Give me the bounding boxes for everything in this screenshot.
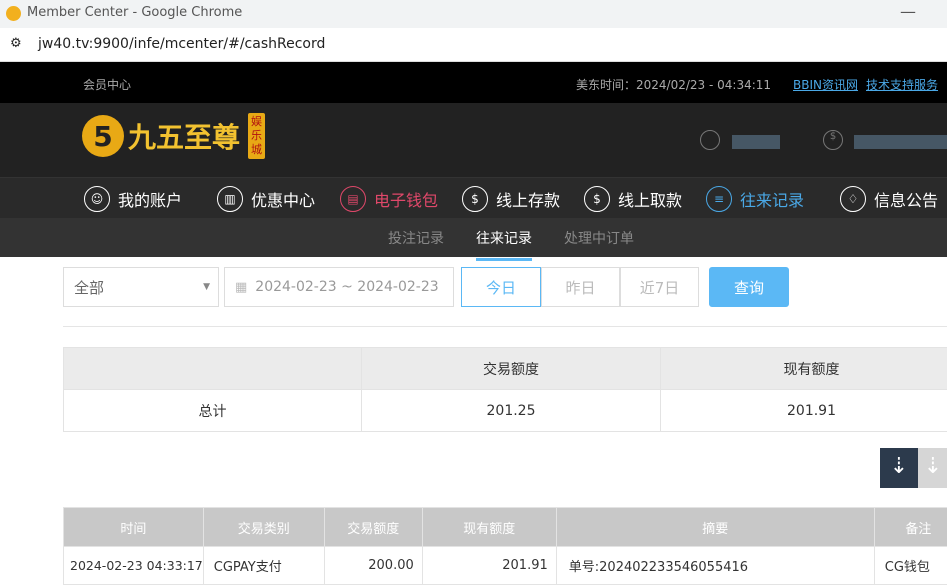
nav-my-account[interactable]: ☺ 我的账户 — [84, 184, 182, 214]
nav-label: 电子钱包 — [374, 187, 438, 211]
table-row: 2024-02-23 04:33:17 CGPAY支付 200.00 201.9… — [64, 547, 947, 585]
cell-type: CGPAY支付 — [203, 547, 324, 585]
logo[interactable]: 5 九五至尊 娱乐城 — [82, 113, 265, 159]
column-header: 现有额度 — [422, 508, 556, 547]
date-range-value: 2024-02-23 ~ 2024-02-23 — [255, 279, 438, 295]
url-text[interactable]: jw40.tv:9900/infe/mcenter/#/cashRecord — [38, 36, 325, 52]
nav-label: 信息公告 — [874, 187, 938, 211]
tab-pending-orders[interactable]: 处理中订单 — [564, 228, 634, 248]
username-masked — [732, 135, 780, 149]
chevron-down-icon: ▼ — [203, 282, 210, 292]
title-bar: Member Center - Google Chrome — — [0, 0, 947, 28]
nav-announcements[interactable]: ♢ 信息公告 — [840, 184, 938, 214]
nav-records[interactable]: ≡ 往来记录 — [706, 184, 804, 214]
cell-time: 2024-02-23 04:33:17 — [64, 547, 204, 585]
user-icon: ☺ — [84, 186, 110, 212]
records-table: 时间 交易类别 交易额度 现有额度 摘要 备注 2024-02-23 04:33… — [63, 507, 947, 585]
logo-text: 九五至尊 — [128, 116, 240, 156]
member-center-label: 会员中心 — [83, 76, 131, 93]
bbin-link[interactable]: BBIN资讯网 — [793, 76, 858, 93]
header: 5 九五至尊 娱乐城 $ — [0, 103, 947, 177]
site-settings-icon[interactable]: ⚙ — [10, 36, 22, 51]
cell-summary: 单号:202402233546055416 — [556, 547, 874, 585]
balance-masked — [854, 135, 947, 149]
withdraw-icon: $ — [584, 186, 610, 212]
column-header: 交易类别 — [203, 508, 324, 547]
nav-label: 线上取款 — [618, 187, 682, 211]
wallet-icon: ▤ — [340, 186, 366, 212]
main-nav: ☺ 我的账户 ▥ 优惠中心 ▤ 电子钱包 $ 线上存款 $ 线上取款 ≡ 往来记录 ♢ 信息公… — [0, 177, 947, 218]
nav-label: 往来记录 — [740, 187, 804, 211]
nav-label: 线上存款 — [496, 187, 560, 211]
time-label: 美东时间： — [576, 78, 636, 92]
nav-promotions[interactable]: ▥ 优惠中心 — [217, 184, 315, 214]
gift-icon: ▥ — [217, 186, 243, 212]
type-select-value: 全部 — [74, 277, 104, 298]
window-title: Member Center - Google Chrome — [27, 5, 242, 20]
summary-header — [64, 348, 362, 390]
column-header: 备注 — [874, 508, 947, 547]
nav-label: 我的账户 — [118, 187, 182, 211]
deposit-icon: $ — [462, 186, 488, 212]
column-header: 时间 — [64, 508, 204, 547]
cell-amount: 200.00 — [324, 547, 422, 585]
nav-deposit[interactable]: $ 线上存款 — [462, 184, 560, 214]
time-value: 2024/02/23 - 04:34:11 — [636, 78, 771, 92]
tab-cash-records[interactable]: 往来记录 — [476, 228, 532, 261]
nav-withdraw[interactable]: $ 线上取款 — [584, 184, 682, 214]
summary-table: 交易额度现有额度 总计201.25201.91 — [63, 347, 947, 432]
summary-label: 总计 — [64, 390, 362, 432]
nav-label: 优惠中心 — [251, 187, 315, 211]
today-button[interactable]: 今日 — [461, 267, 541, 307]
sub-nav: 投注记录 往来记录 处理中订单 — [0, 218, 947, 257]
record-icon: ≡ — [706, 186, 732, 212]
sort-desc-button[interactable]: ⇣ — [880, 448, 918, 488]
us-east-time: 美东时间：2024/02/23 - 04:34:11 — [576, 76, 771, 93]
summary-trade-amount: 201.25 — [362, 390, 661, 432]
cell-balance: 201.91 — [422, 547, 556, 585]
logo-badge: 娱乐城 — [248, 113, 265, 159]
user-icon — [700, 130, 720, 150]
chrome-logo-icon — [6, 6, 21, 21]
balance-icon: $ — [823, 130, 843, 150]
column-header: 摘要 — [556, 508, 874, 547]
date-range-input[interactable]: ▦ 2024-02-23 ~ 2024-02-23 — [224, 267, 454, 307]
top-bar: 会员中心 美东时间：2024/02/23 - 04:34:11 BBIN资讯网 … — [0, 62, 947, 103]
minimize-button[interactable]: — — [900, 2, 916, 21]
sort-asc-button[interactable]: ⇣ — [918, 448, 947, 488]
type-select[interactable]: 全部 ▼ — [63, 267, 219, 307]
yesterday-button[interactable]: 昨日 — [541, 267, 620, 307]
nav-wallet[interactable]: ▤ 电子钱包 — [340, 184, 438, 214]
cell-note: CG钱包 — [874, 547, 947, 585]
column-header: 交易额度 — [324, 508, 422, 547]
divider — [63, 326, 947, 327]
summary-header: 现有额度 — [661, 348, 947, 390]
query-button[interactable]: 查询 — [709, 267, 789, 307]
tab-bet-records[interactable]: 投注记录 — [388, 228, 444, 248]
summary-balance: 201.91 — [661, 390, 947, 432]
calendar-icon: ▦ — [235, 280, 247, 295]
logo-emblem-icon: 5 — [82, 115, 124, 157]
summary-header: 交易额度 — [362, 348, 661, 390]
bell-icon: ♢ — [840, 186, 866, 212]
last7days-button[interactable]: 近7日 — [620, 267, 699, 307]
address-bar[interactable]: ⚙ jw40.tv:9900/infe/mcenter/#/cashRecord — [0, 28, 947, 62]
support-link[interactable]: 技术支持服务 — [866, 76, 938, 93]
